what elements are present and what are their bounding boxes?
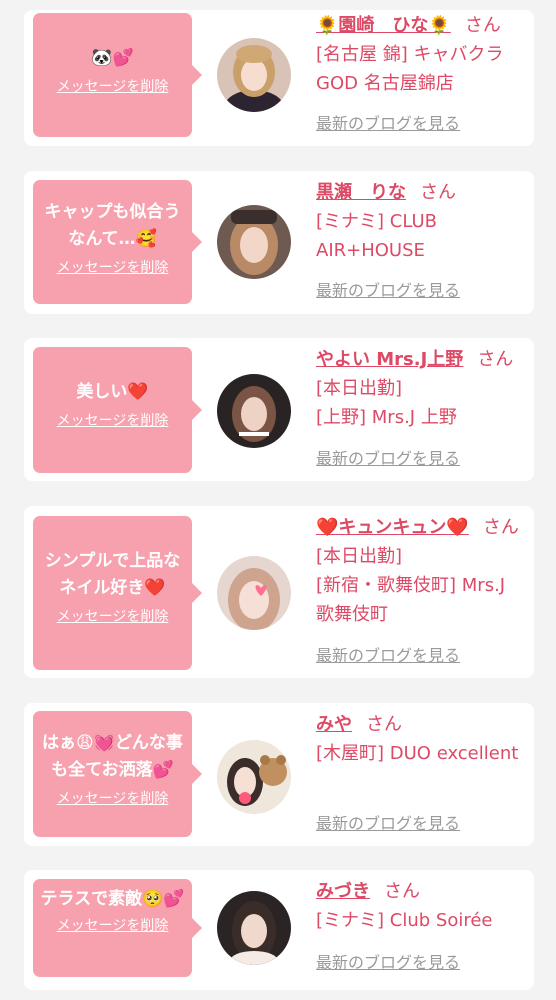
message-text: テラスで素敵🥺💕 [40,889,185,909]
delete-message-link[interactable]: メッセージを削除 [33,790,192,808]
avatar[interactable] [217,38,291,112]
message-card: 美しい❤️ メッセージを削除 やよい Mrs.J上野 さん [本日出勤] [上野]… [24,338,534,481]
sender-name-link[interactable]: みづき [316,881,370,902]
delete-message-link[interactable]: メッセージを削除 [33,608,192,626]
message-text: 美しい❤️ [76,382,149,402]
sender-info: やよい Mrs.J上野 さん [本日出勤] [上野] Mrs.J 上野 [316,345,528,432]
sender-info: ❤️キュンキュン❤️ さん [本日出勤] [新宿・歌舞伎町] Mrs.J 歌舞伎町 [316,513,528,629]
message-bubble: はぁ😩💓どんな事も全てお洒落💕 メッセージを削除 [33,711,202,837]
message-bubble: キャップも似合うなんて…🥰 メッセージを削除 [33,180,202,304]
sender-info: 黒瀬 りな さん [ミナミ] CLUB AIR+HOUSE [316,178,528,265]
latest-blog-link[interactable]: 最新のブログを見る [316,646,460,666]
message-text: キャップも似合うなんて…🥰 [44,202,181,249]
sender-name-link[interactable]: ❤️キュンキュン❤️ [316,517,469,538]
shop-info: [ミナミ] CLUB AIR+HOUSE [316,211,437,261]
sender-info: 🌻園崎 ひな🌻 さん [名古屋 錦] キャバクラGOD 名古屋錦店 [316,11,528,98]
sender-info: みづき さん [ミナミ] Club Soirée [316,877,528,935]
message-bubble: 🐼💕 メッセージを削除 [33,13,202,137]
delete-message-link[interactable]: メッセージを削除 [33,917,192,935]
message-card: はぁ😩💓どんな事も全てお洒落💕 メッセージを削除 みや さん [木屋町] DUO … [24,703,534,846]
sender-name-link[interactable]: やよい Mrs.J上野 [316,349,463,370]
message-text: はぁ😩💓どんな事も全てお洒落💕 [42,733,183,780]
sender-name-link[interactable]: 黒瀬 りな [316,182,406,203]
message-card: シンプルで上品なネイル好き❤️ メッセージを削除 ❤️キュンキュン❤️ さん [本… [24,506,534,678]
latest-blog-link[interactable]: 最新のブログを見る [316,281,460,301]
message-card: 🐼💕 メッセージを削除 🌻園崎 ひな🌻 さん [名古屋 錦] キャバクラGOD 名… [24,10,534,146]
avatar[interactable] [217,891,291,965]
latest-blog-link[interactable]: 最新のブログを見る [316,814,460,834]
avatar[interactable] [217,205,291,279]
message-card: テラスで素敵🥺💕 メッセージを削除 みづき さん [ミナミ] Club Soiré… [24,870,534,990]
delete-message-link[interactable]: メッセージを削除 [33,412,192,430]
message-text: 🐼💕 [91,48,134,68]
latest-blog-link[interactable]: 最新のブログを見る [316,449,460,469]
shop-info: [名古屋 錦] キャバクラGOD 名古屋錦店 [316,44,504,94]
avatar[interactable] [217,740,291,814]
honorific: さん [420,182,456,203]
honorific: さん [482,517,519,538]
avatar[interactable] [217,556,291,630]
latest-blog-link[interactable]: 最新のブログを見る [316,114,460,134]
message-bubble: テラスで素敵🥺💕 メッセージを削除 [33,879,202,977]
honorific: さん [477,349,514,370]
message-card: キャップも似合うなんて…🥰 メッセージを削除 黒瀬 りな さん [ミナミ] CLU… [24,171,534,314]
message-bubble: シンプルで上品なネイル好き❤️ メッセージを削除 [33,516,202,670]
delete-message-link[interactable]: メッセージを削除 [33,259,192,277]
avatar[interactable] [217,374,291,448]
honorific: さん [366,714,402,735]
shop-info: [ミナミ] Club Soirée [316,910,493,931]
message-bubble: 美しい❤️ メッセージを削除 [33,347,202,473]
shop-info: [本日出勤] [新宿・歌舞伎町] Mrs.J 歌舞伎町 [316,546,506,625]
honorific: さん [384,881,420,902]
message-list: 🐼💕 メッセージを削除 🌻園崎 ひな🌻 さん [名古屋 錦] キャバクラGOD 名… [0,0,556,1000]
sender-info: みや さん [木屋町] DUO excellent [316,710,528,768]
latest-blog-link[interactable]: 最新のブログを見る [316,953,460,973]
shop-info: [本日出勤] [上野] Mrs.J 上野 [316,378,457,428]
sender-name-link[interactable]: 🌻園崎 ひな🌻 [316,15,451,36]
delete-message-link[interactable]: メッセージを削除 [33,78,192,96]
honorific: さん [464,15,501,36]
shop-info: [木屋町] DUO excellent [316,743,519,764]
message-text: シンプルで上品なネイル好き❤️ [44,551,181,598]
sender-name-link[interactable]: みや [316,714,352,735]
